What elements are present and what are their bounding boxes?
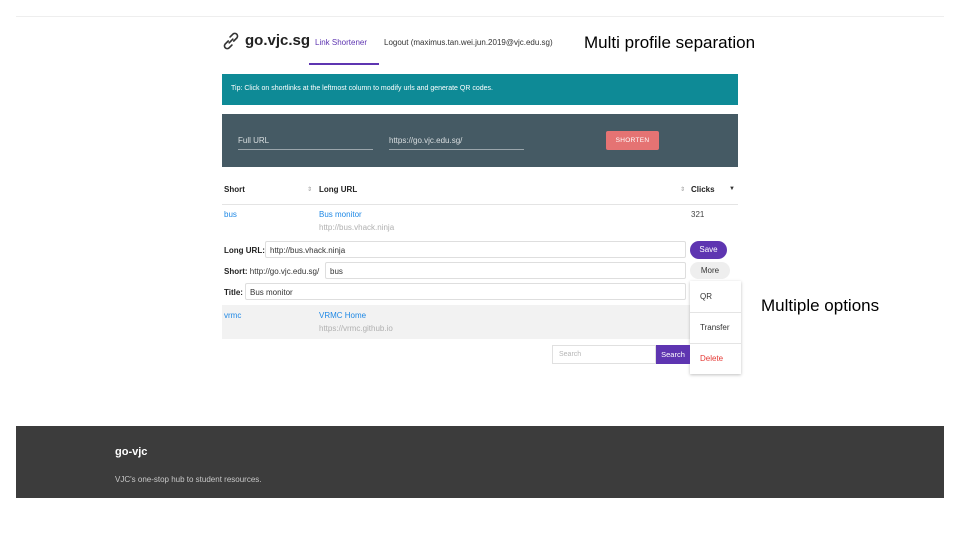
tab-link-shortener[interactable]: Link Shortener — [315, 38, 367, 47]
shorten-button[interactable]: SHORTEN — [606, 131, 659, 150]
menu-item-transfer[interactable]: Transfer — [690, 312, 741, 343]
short-input[interactable]: bus — [325, 262, 686, 279]
menu-item-qr[interactable]: QR — [690, 281, 741, 312]
search-input[interactable]: Search — [552, 345, 656, 364]
full-url-input[interactable]: Full URL — [238, 135, 373, 150]
short-label: Short: http://go.vjc.edu.sg/ — [224, 267, 320, 276]
sort-desc-icon[interactable]: ▼ — [729, 186, 735, 192]
edit-long-url-row: Long URL: http://bus.vhack.ninja — [222, 241, 687, 260]
logo-text[interactable]: go.vjc.sg — [245, 32, 310, 49]
row-url: https://vrmc.github.io — [319, 324, 393, 333]
more-button[interactable]: More — [690, 262, 730, 279]
title-label: Title: — [224, 288, 243, 297]
tab-active-indicator — [309, 63, 379, 65]
short-prefix-field[interactable]: https://go.vjc.edu.sg/ — [389, 135, 524, 150]
row-title[interactable]: Bus monitor — [319, 210, 362, 219]
footer-title: go-vjc — [115, 446, 148, 458]
link-icon — [223, 32, 239, 50]
table-row: vrmc VRMC Home https://vrmc.github.io — [222, 305, 690, 339]
sort-icon[interactable]: ⇕ — [307, 186, 312, 193]
row-url: http://bus.vhack.ninja — [319, 223, 395, 232]
row-title[interactable]: VRMC Home — [319, 311, 366, 320]
top-divider — [16, 16, 944, 17]
annotation-top: Multi profile separation — [584, 33, 756, 52]
more-options-menu: QR Transfer Delete — [690, 281, 741, 374]
long-url-label: Long URL: — [224, 246, 265, 255]
save-button[interactable]: Save — [690, 241, 727, 259]
short-link-vrmc[interactable]: vrmc — [224, 311, 241, 320]
footer-subtitle: VJC's one-stop hub to student resources. — [115, 475, 262, 484]
edit-short-row: Short: http://go.vjc.edu.sg/ bus — [222, 262, 687, 281]
edit-title-row: Title: Bus monitor — [222, 283, 687, 302]
short-link-bus[interactable]: bus — [224, 210, 237, 219]
long-url-input[interactable]: http://bus.vhack.ninja — [265, 241, 686, 258]
annotation-right: Multiple options — [761, 296, 880, 315]
logout-link[interactable]: Logout (maximus.tan.wei.jun.2019@vjc.edu… — [384, 38, 553, 47]
tip-banner: Tip: Click on shortlinks at the leftmost… — [222, 74, 738, 105]
search-button[interactable]: Search — [656, 345, 690, 364]
row-clicks: 321 — [691, 210, 705, 219]
column-header-clicks[interactable]: Clicks — [691, 185, 715, 194]
menu-item-delete[interactable]: Delete — [690, 343, 741, 374]
sort-icon[interactable]: ⇕ — [680, 186, 685, 193]
column-header-long-url[interactable]: Long URL — [319, 185, 357, 194]
footer: go-vjc VJC's one-stop hub to student res… — [16, 426, 944, 498]
tip-text: Tip: Click on shortlinks at the leftmost… — [231, 85, 493, 92]
title-input[interactable]: Bus monitor — [245, 283, 686, 300]
shorten-form: Full URL https://go.vjc.edu.sg/ SHORTEN — [222, 114, 738, 167]
header-divider — [222, 204, 738, 205]
column-header-short[interactable]: Short — [224, 185, 245, 194]
